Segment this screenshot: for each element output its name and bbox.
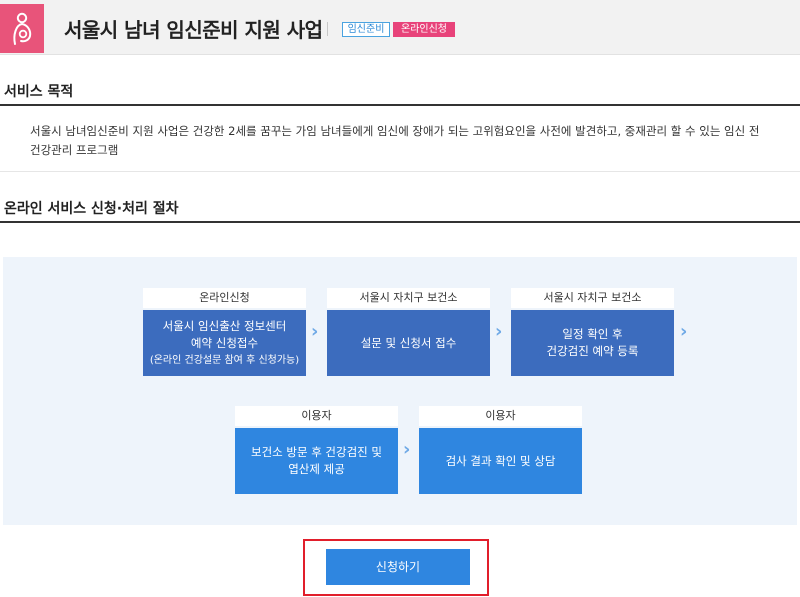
step-note: (온라인 건강설문 참여 후 신청가능) bbox=[149, 354, 300, 366]
page-title: 서울시 남녀 임신준비 지원 사업 bbox=[64, 18, 323, 42]
step-content: 보건소 방문 후 건강검진 및 엽산제 제공 bbox=[235, 428, 398, 494]
process-step-4: 이용자 보건소 방문 후 건강검진 및 엽산제 제공 bbox=[235, 406, 398, 494]
category-badge: 임신준비 bbox=[342, 22, 390, 37]
step-text-line: 일정 확인 후 bbox=[562, 327, 623, 341]
process-rule bbox=[0, 221, 800, 223]
process-flow-panel: 온라인신청 서울시 임신출산 정보센터 예약 신청접수 (온라인 건강설문 참여… bbox=[3, 257, 797, 525]
process-heading: 온라인 서비스 신청·처리 절차 bbox=[4, 201, 179, 217]
process-step-5: 이용자 검사 결과 확인 및 상담 bbox=[419, 406, 582, 494]
step-text-line: 설문 및 신청서 접수 bbox=[360, 335, 457, 350]
chevron-right-icon: › bbox=[495, 321, 503, 342]
step-actor-label: 서울시 자치구 보건소 bbox=[511, 288, 674, 308]
chevron-right-icon: › bbox=[680, 321, 688, 342]
process-step-3: 서울시 자치구 보건소 일정 확인 후 건강검진 예약 등록 bbox=[511, 288, 674, 376]
step-actor-label: 서울시 자치구 보건소 bbox=[327, 288, 490, 308]
process-step-2: 서울시 자치구 보건소 설문 및 신청서 접수 bbox=[327, 288, 490, 376]
step-actor-label: 이용자 bbox=[419, 406, 582, 426]
purpose-heading: 서비스 목적 bbox=[4, 84, 74, 100]
chevron-right-icon: › bbox=[311, 321, 319, 342]
step-text-line: 건강검진 예약 등록 bbox=[546, 344, 639, 358]
purpose-rule bbox=[0, 104, 800, 106]
page-header: 서울시 남녀 임신준비 지원 사업 임신준비 온라인신청 bbox=[0, 0, 800, 55]
step-content: 일정 확인 후 건강검진 예약 등록 bbox=[511, 310, 674, 376]
step-actor-label: 이용자 bbox=[235, 406, 398, 426]
chevron-right-icon: › bbox=[403, 439, 411, 460]
apply-button[interactable]: 신청하기 bbox=[326, 549, 470, 585]
step-text-line: 엽산제 제공 bbox=[288, 462, 345, 476]
pregnant-woman-icon bbox=[0, 4, 44, 53]
title-divider bbox=[327, 22, 328, 36]
process-step-1: 온라인신청 서울시 임신출산 정보센터 예약 신청접수 (온라인 건강설문 참여… bbox=[143, 288, 306, 376]
step-content: 검사 결과 확인 및 상담 bbox=[419, 428, 582, 494]
online-apply-badge: 온라인신청 bbox=[393, 22, 455, 37]
step-actor-label: 온라인신청 bbox=[143, 288, 306, 308]
step-text-line: 검사 결과 확인 및 상담 bbox=[445, 453, 556, 468]
purpose-description: 서울시 남녀임신준비 지원 사업은 건강한 2세를 꿈꾸는 가임 남녀들에게 임… bbox=[30, 124, 760, 157]
step-content: 설문 및 신청서 접수 bbox=[327, 310, 490, 376]
step-text-line: 보건소 방문 후 건강검진 및 bbox=[250, 445, 382, 459]
step-text-line: 예약 신청접수 bbox=[190, 335, 259, 350]
step-text-line: 서울시 임신출산 정보센터 bbox=[162, 318, 287, 333]
purpose-bottom-rule bbox=[0, 171, 800, 172]
step-content: 서울시 임신출산 정보센터 예약 신청접수 (온라인 건강설문 참여 후 신청가… bbox=[143, 310, 306, 376]
